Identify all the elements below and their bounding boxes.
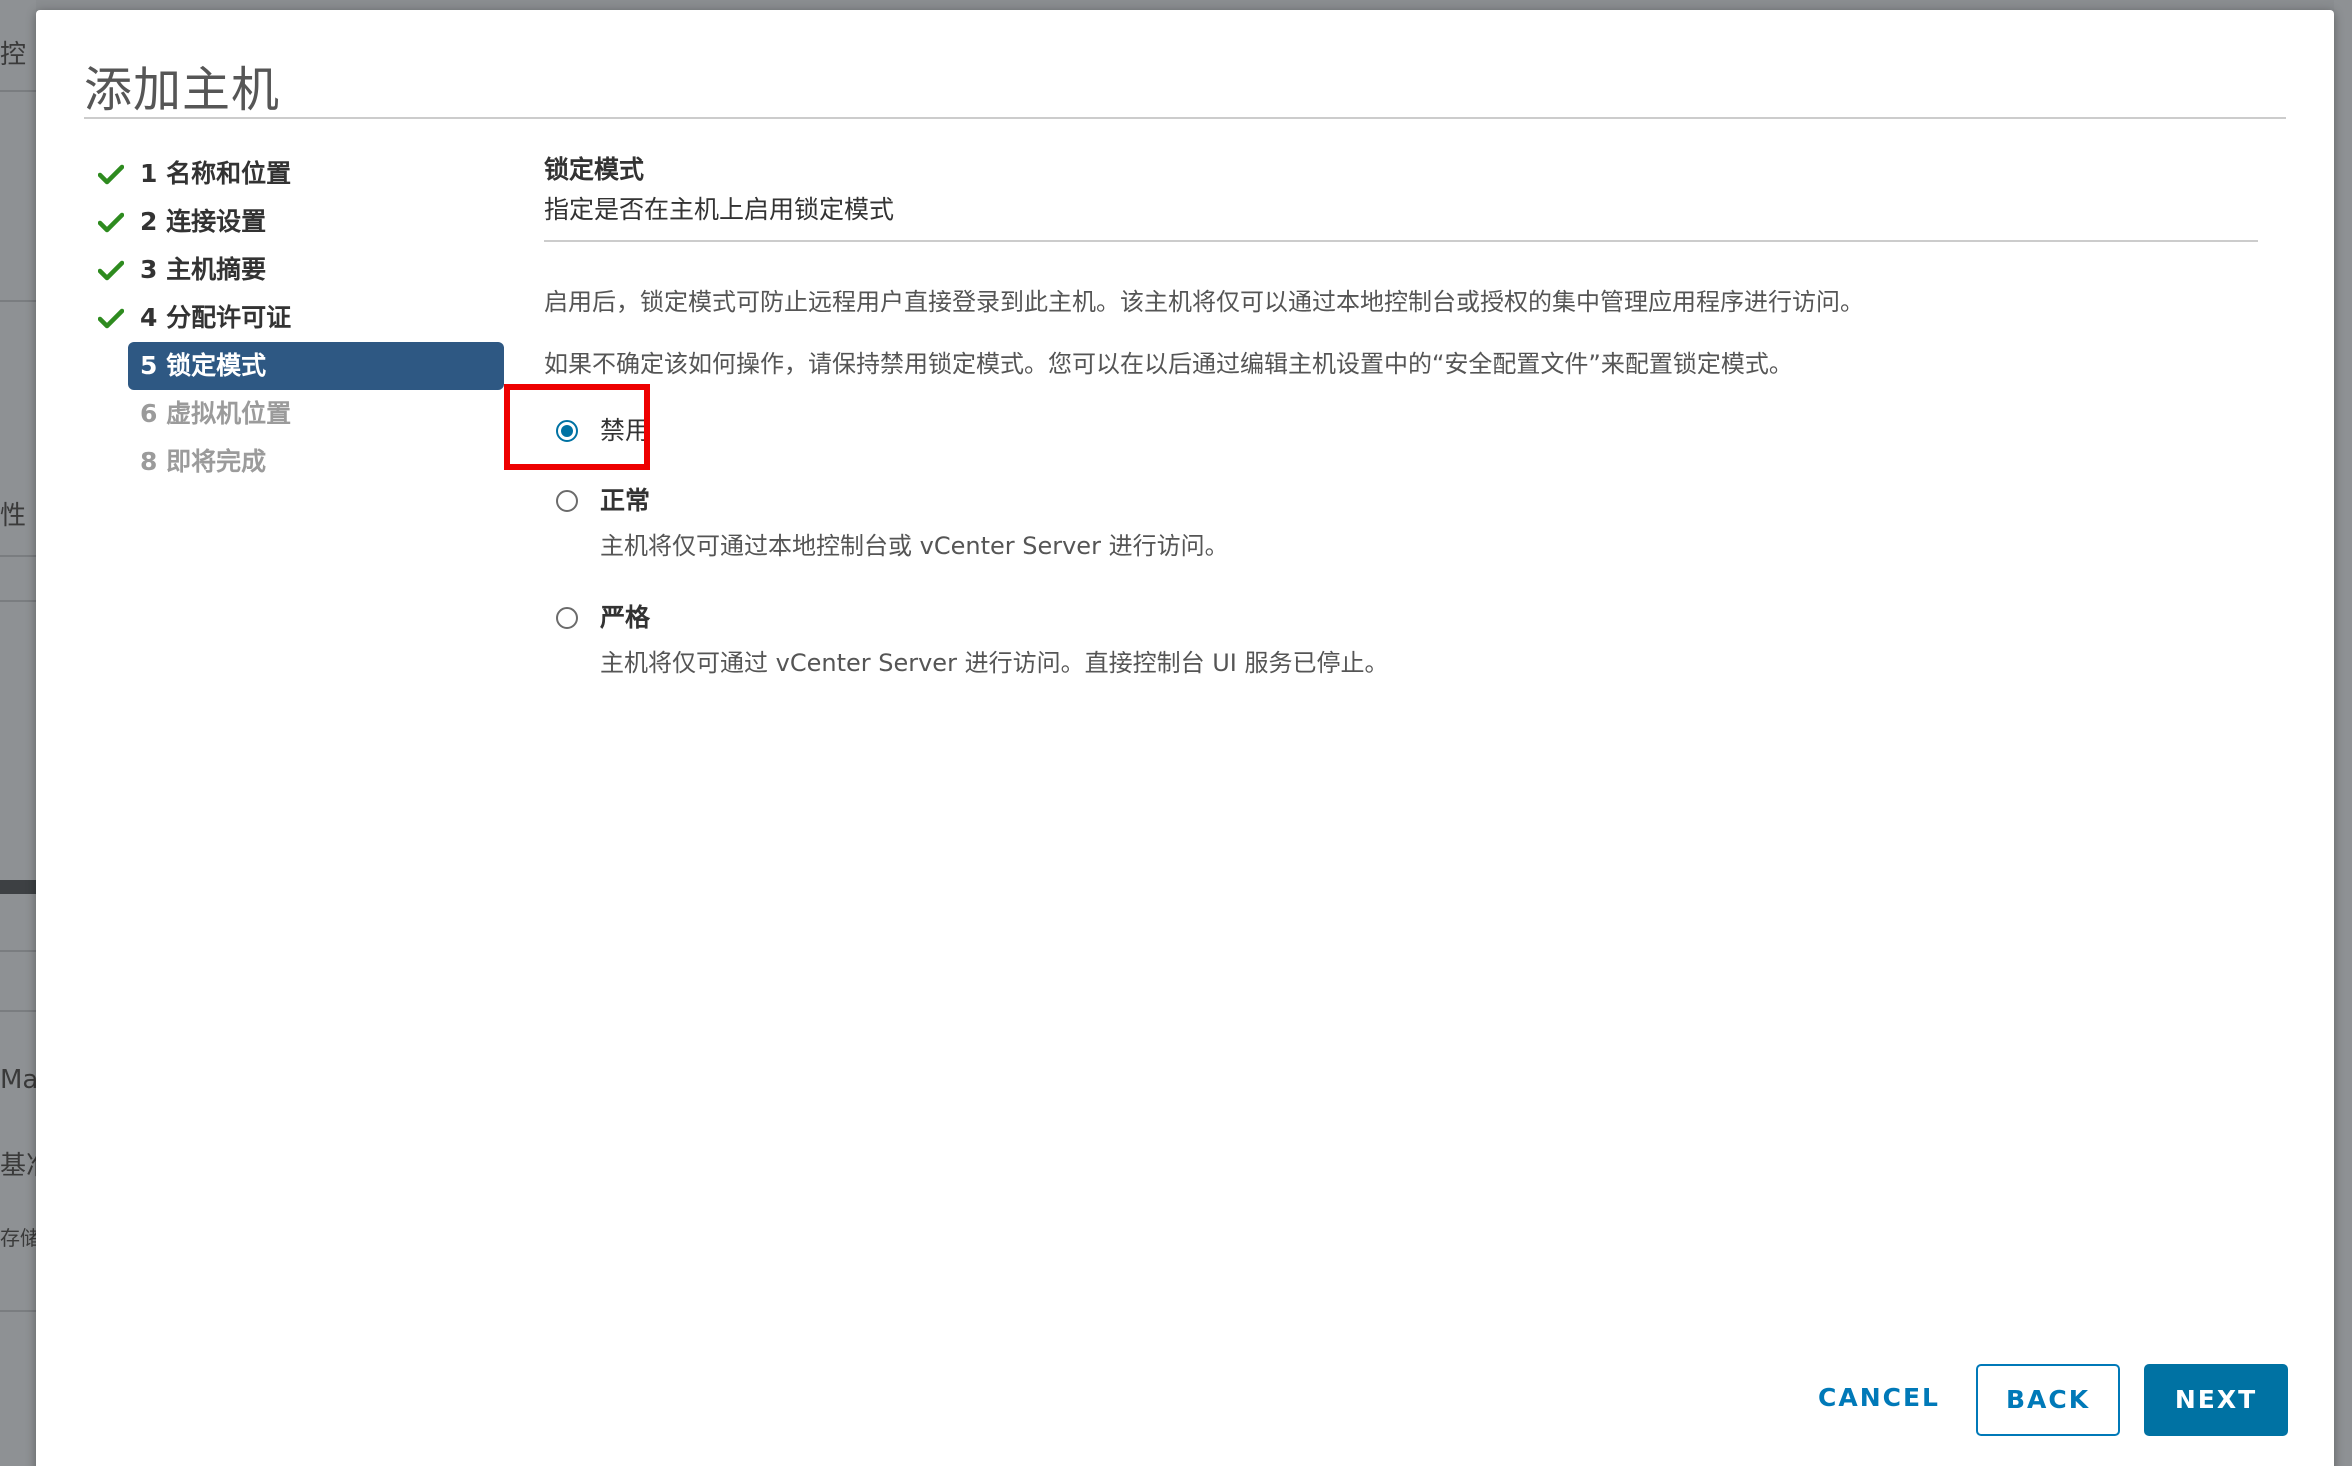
background-text: 控 [0,40,27,70]
section-divider [544,240,2258,242]
background-text: 性 [0,501,27,531]
background-text: Ma [0,1065,36,1095]
step-ready-to-complete: 8 即将完成 [96,438,546,486]
hint-paragraph: 如果不确定该如何操作，请保持禁用锁定模式。您可以在以后通过编辑主机设置中的“安全… [544,350,1793,378]
step-name-location[interactable]: 1 名称和位置 [96,150,546,198]
add-host-dialog: 添加主机 1 名称和位置 2 连接设置 3 主机摘要 4 分配许可证 5 锁定模… [36,10,2334,1466]
step-content: 锁定模式 指定是否在主机上启用锁定模式 启用后，锁定模式可防止远程用户直接登录到… [544,150,2294,677]
step-label: 2 连接设置 [140,207,267,236]
option-normal[interactable]: 正常 主机将仅可通过本地控制台或 vCenter Server 进行访问。 [544,480,1544,570]
step-vm-location: 6 虚拟机位置 [96,390,546,438]
radio-normal[interactable] [556,490,578,512]
step-connection-settings[interactable]: 2 连接设置 [96,198,546,246]
option-description: 主机将仅可通过 vCenter Server 进行访问。直接控制台 UI 服务已… [600,649,1389,677]
option-description: 主机将仅可通过本地控制台或 vCenter Server 进行访问。 [600,532,1229,560]
background-right-panel [2334,0,2352,1466]
section-title: 锁定模式 [544,155,645,184]
wizard-steps: 1 名称和位置 2 连接设置 3 主机摘要 4 分配许可证 5 锁定模式 6 虚… [96,150,546,486]
step-label: 4 分配许可证 [140,303,292,332]
step-assign-license[interactable]: 4 分配许可证 [96,294,546,342]
background-left-panel: 控 性 Ma 基准 存储 [0,0,36,1466]
step-label: 5 锁定模式 [140,351,267,380]
step-host-summary[interactable]: 3 主机摘要 [96,246,546,294]
next-button[interactable]: NEXT [2144,1364,2288,1436]
step-label: 6 虚拟机位置 [140,399,292,428]
option-label: 正常 [600,486,651,515]
section-subtitle: 指定是否在主机上启用锁定模式 [544,195,895,224]
description-paragraph: 启用后，锁定模式可防止远程用户直接登录到此主机。该主机将仅可以通过本地控制台或授… [544,288,1864,316]
background-text: 存储 [0,1226,36,1250]
radio-strict[interactable] [556,607,578,629]
title-divider [84,117,2286,119]
background-text: 基准 [0,1151,36,1181]
step-label: 3 主机摘要 [140,255,267,284]
option-strict[interactable]: 严格 主机将仅可通过 vCenter Server 进行访问。直接控制台 UI … [544,597,1544,687]
check-icon [96,294,128,342]
step-label: 8 即将完成 [140,447,267,476]
step-label: 1 名称和位置 [140,159,292,188]
check-icon [96,246,128,294]
cancel-button[interactable]: CANCEL [1784,1364,1974,1436]
dialog-title: 添加主机 [84,62,281,118]
step-lockdown-mode[interactable]: 5 锁定模式 [128,342,504,390]
highlight-annotation [504,384,650,470]
back-button[interactable]: BACK [1976,1364,2120,1436]
option-label: 严格 [600,603,651,632]
check-icon [96,198,128,246]
check-icon [96,150,128,198]
